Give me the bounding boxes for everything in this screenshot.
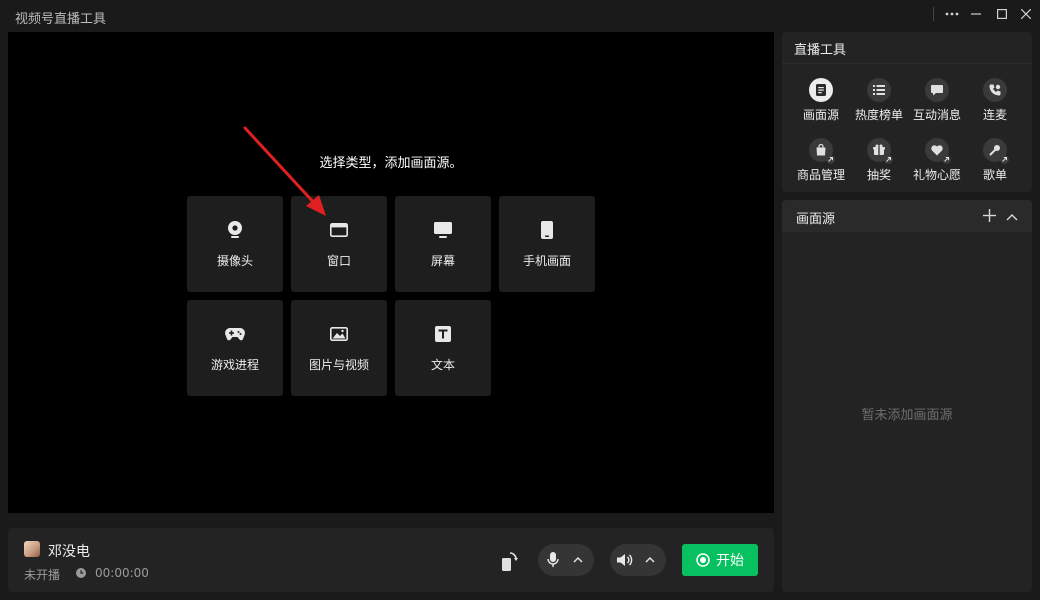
- phone-call-icon: [983, 78, 1007, 102]
- tool-item-hot-list[interactable]: 热度榜单: [850, 78, 908, 128]
- speaker-icon[interactable]: [610, 553, 640, 567]
- gift-box-icon: [867, 138, 893, 164]
- tool-item-products[interactable]: 商品管理: [792, 138, 850, 188]
- external-link-icon: [826, 155, 835, 164]
- microphone-control[interactable]: [538, 544, 594, 576]
- sources-header: 画面源: [782, 200, 1032, 232]
- microphone-icon[interactable]: [538, 552, 568, 568]
- tool-item-source[interactable]: 画面源: [792, 78, 850, 128]
- live-control-bar: 邓没电 未开播 00:00:00 开始: [8, 528, 774, 592]
- live-timer: 00:00:00: [95, 566, 149, 580]
- source-icon: [809, 78, 833, 102]
- chevron-up-icon[interactable]: [640, 557, 660, 563]
- heart-gift-icon: [925, 138, 951, 164]
- live-tools-panel: 直播工具 画面源 热度榜单 互动消息 连麦 商品管理 抽奖 礼物心愿 歌单: [782, 32, 1032, 192]
- message-icon: [925, 78, 949, 102]
- tool-item-lottery[interactable]: 抽奖: [850, 138, 908, 188]
- external-link-icon: [884, 155, 893, 164]
- tool-item-label: 连麦: [982, 108, 1007, 122]
- sources-panel: 画面源 暂未添加画面源: [782, 200, 1032, 592]
- live-status: 未开播: [24, 568, 61, 582]
- empty-state-text: 暂未添加画面源: [861, 408, 953, 423]
- divider: [782, 63, 1032, 64]
- title-bar: 视频号直播工具: [0, 0, 1040, 32]
- title-separator: [933, 7, 934, 21]
- live-tools-title: 直播工具: [794, 43, 847, 58]
- avatar: [24, 541, 40, 557]
- tool-item-song-list[interactable]: 歌单: [966, 138, 1024, 188]
- external-link-icon: [1000, 155, 1009, 164]
- external-link-icon: [942, 155, 951, 164]
- minimize-icon[interactable]: [963, 0, 989, 28]
- sources-title: 画面源: [796, 212, 836, 227]
- preview-canvas: 选择类型，添加画面源。 摄像头 窗口 屏幕 手机画面 游戏进程 图片与视频 文本: [8, 32, 774, 513]
- start-live-label: 开始: [716, 553, 744, 569]
- annotation-arrow: [243, 126, 326, 216]
- record-icon: [696, 553, 710, 567]
- window-title: 视频号直播工具: [15, 12, 107, 27]
- tool-item-messages[interactable]: 互动消息: [908, 78, 966, 128]
- clock-icon: [76, 567, 86, 582]
- close-icon[interactable]: [1013, 0, 1039, 28]
- rotate-screen-icon[interactable]: [499, 550, 521, 572]
- speaker-control[interactable]: [610, 544, 666, 576]
- more-menu-icon[interactable]: [939, 0, 965, 28]
- tool-item-co-host[interactable]: 连麦: [966, 78, 1024, 128]
- add-icon[interactable]: [983, 209, 996, 226]
- username: 邓没电: [48, 544, 90, 560]
- tool-item-label: 歌单: [982, 168, 1007, 182]
- tool-item-gift-wish[interactable]: 礼物心愿: [908, 138, 966, 188]
- chevron-up-icon[interactable]: [568, 557, 588, 563]
- list-icon: [867, 78, 891, 102]
- microphone-icon: [983, 138, 1009, 164]
- maximize-icon[interactable]: [989, 0, 1015, 28]
- chevron-up-icon[interactable]: [1006, 210, 1018, 225]
- shopping-bag-icon: [809, 138, 835, 164]
- start-live-button[interactable]: 开始: [682, 544, 758, 576]
